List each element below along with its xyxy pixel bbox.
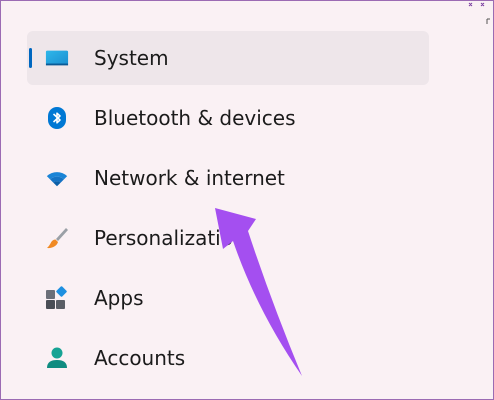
window-corner-marks (468, 2, 490, 24)
nav-item-label: Apps (94, 286, 144, 310)
nav-item-apps[interactable]: Apps (27, 271, 429, 325)
settings-navigation: System Bluetooth & devices Network & int… (27, 31, 429, 391)
bluetooth-icon (45, 106, 69, 130)
nav-item-system[interactable]: System (27, 31, 429, 85)
nav-item-label: Personalization (94, 226, 246, 250)
account-icon (45, 346, 69, 370)
settings-nav-panel: System Bluetooth & devices Network & int… (0, 0, 494, 400)
apps-icon (45, 286, 69, 310)
selection-indicator (29, 48, 32, 68)
nav-item-label: Network & internet (94, 166, 285, 190)
nav-item-network-internet[interactable]: Network & internet (27, 151, 429, 205)
nav-item-personalization[interactable]: Personalization (27, 211, 429, 265)
nav-item-label: Bluetooth & devices (94, 106, 296, 130)
nav-item-bluetooth-devices[interactable]: Bluetooth & devices (27, 91, 429, 145)
paintbrush-icon (45, 226, 69, 250)
nav-item-accounts[interactable]: Accounts (27, 331, 429, 385)
monitor-icon (45, 46, 69, 70)
nav-item-label: System (94, 46, 169, 70)
wifi-icon (45, 166, 69, 190)
nav-item-label: Accounts (94, 346, 186, 370)
